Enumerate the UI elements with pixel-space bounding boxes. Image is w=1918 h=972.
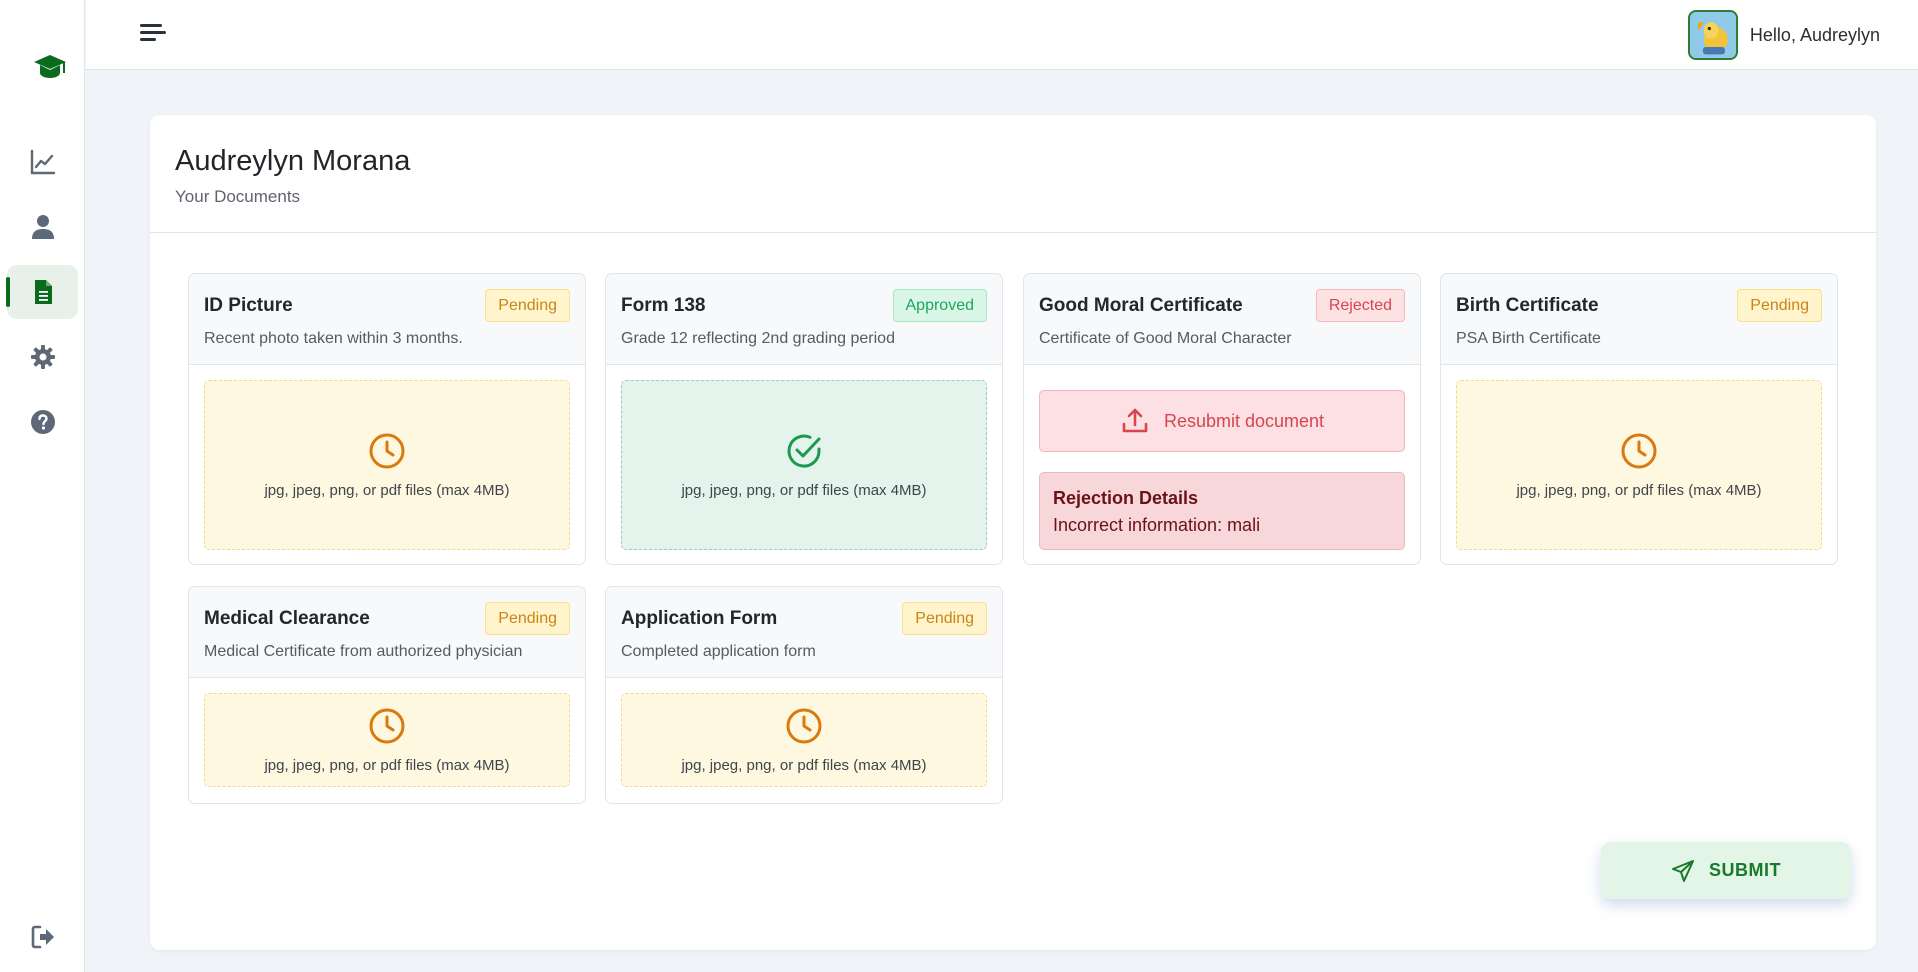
document-card-good-moral: Good Moral Certificate Rejected Certific… [1023,273,1421,565]
check-circle-icon [787,434,821,468]
rejection-details: Rejection Details Incorrect information:… [1039,472,1405,550]
document-card-application-form: Application Form Pending Completed appli… [605,586,1003,804]
submit-button[interactable]: SUBMIT [1601,842,1851,899]
gear-icon [30,345,55,369]
upload-dropzone[interactable]: jpg, jpeg, png, or pdf files (max 4MB) [621,380,987,550]
clock-icon [369,708,405,743]
top-bar: Hello, Audreylyn [86,0,1918,70]
document-card-header: Medical Clearance Pending Medical Certif… [189,587,585,678]
status-badge: Pending [485,602,570,635]
chart-line-icon [30,149,55,175]
panel-header: Audreylyn Morana Your Documents [150,115,1876,233]
resubmit-label: Resubmit document [1163,410,1325,431]
document-description: Grade 12 reflecting 2nd grading period [621,330,895,347]
sidebar-item-help[interactable] [7,395,78,449]
document-card-body: jpg, jpeg, png, or pdf files (max 4MB) [189,365,585,564]
user-greeting: Hello, Audreylyn [1749,24,1880,45]
status-badge: Approved [892,289,987,322]
sidebar-item-settings[interactable] [7,330,78,384]
status-badge: Pending [1737,289,1822,322]
document-description: Recent photo taken within 3 months. [204,330,463,347]
clock-icon [786,708,822,743]
sign-out-icon [31,925,54,949]
document-title: Birth Certificate [1456,295,1599,316]
status-badge: Pending [485,289,570,322]
user-menu[interactable]: Hello, Audreylyn [1687,10,1880,60]
document-description: Completed application form [621,643,816,660]
document-card-medical-clearance: Medical Clearance Pending Medical Certif… [188,586,586,804]
user-icon [31,215,54,239]
document-card-body: jpg, jpeg, png, or pdf files (max 4MB) [1441,365,1837,564]
sidebar-item-dashboard[interactable] [7,135,78,189]
document-description: Medical Certificate from authorized phys… [204,643,523,660]
document-title: Application Form [621,608,778,629]
document-card-header: Birth Certificate Pending PSA Birth Cert… [1441,274,1837,365]
document-title: Form 138 [621,295,706,316]
document-title: ID Picture [204,295,293,316]
sidebar [0,0,85,972]
documents-panel: Audreylyn Morana Your Documents ID Pictu… [150,115,1876,950]
upload-dropzone[interactable]: jpg, jpeg, png, or pdf files (max 4MB) [621,693,987,787]
document-card-body: jpg, jpeg, png, or pdf files (max 4MB) [189,678,585,802]
clock-icon [1621,433,1657,468]
document-card-header: Good Moral Certificate Rejected Certific… [1024,274,1420,365]
resubmit-document-button[interactable]: Resubmit document [1039,390,1405,452]
file-hint: jpg, jpeg, png, or pdf files (max 4MB) [681,756,927,774]
document-title: Good Moral Certificate [1039,295,1243,316]
document-card-header: Application Form Pending Completed appli… [606,587,1002,678]
sidebar-item-profile[interactable] [7,200,78,254]
document-card-body: jpg, jpeg, png, or pdf files (max 4MB) [606,365,1002,564]
logout-button[interactable] [7,910,78,964]
rejection-reason: Incorrect information: mali [1053,515,1261,535]
document-title: Medical Clearance [204,608,370,629]
rejection-title: Rejection Details [1053,488,1199,508]
document-description: Certificate of Good Moral Character [1039,330,1292,347]
file-hint: jpg, jpeg, png, or pdf files (max 4MB) [681,481,927,499]
status-badge: Rejected [1315,289,1405,322]
document-card-header: Form 138 Approved Grade 12 reflecting 2n… [606,274,1002,365]
menu-toggle-icon[interactable] [138,20,170,46]
document-card-id-picture: ID Picture Pending Recent photo taken wi… [188,273,586,565]
upload-icon [1122,408,1148,433]
paper-plane-icon [1672,859,1694,882]
sidebar-item-documents[interactable] [6,265,78,319]
submit-label: SUBMIT [1709,860,1781,880]
file-hint: jpg, jpeg, png, or pdf files (max 4MB) [264,481,510,499]
clock-icon [369,433,405,468]
page-subtitle: Your Documents [175,187,301,206]
document-card-body: Resubmit document Rejection Details Inco… [1024,365,1420,564]
document-card-birth-certificate: Birth Certificate Pending PSA Birth Cert… [1440,273,1838,565]
document-card-body: jpg, jpeg, png, or pdf files (max 4MB) [606,678,1002,802]
page-title: Audreylyn Morana [175,145,411,177]
document-card-header: ID Picture Pending Recent photo taken wi… [189,274,585,365]
upload-dropzone[interactable]: jpg, jpeg, png, or pdf files (max 4MB) [1456,380,1822,550]
upload-dropzone[interactable]: jpg, jpeg, png, or pdf files (max 4MB) [204,693,570,787]
file-hint: jpg, jpeg, png, or pdf files (max 4MB) [264,756,510,774]
graduation-cap-icon[interactable] [32,52,68,82]
file-icon [34,280,52,304]
avatar[interactable] [1687,10,1738,60]
question-circle-icon [30,410,55,434]
status-badge: Pending [902,602,987,635]
file-hint: jpg, jpeg, png, or pdf files (max 4MB) [1516,481,1762,499]
document-card-form-138: Form 138 Approved Grade 12 reflecting 2n… [605,273,1003,565]
document-description: PSA Birth Certificate [1456,330,1601,347]
upload-dropzone[interactable]: jpg, jpeg, png, or pdf files (max 4MB) [204,380,570,550]
